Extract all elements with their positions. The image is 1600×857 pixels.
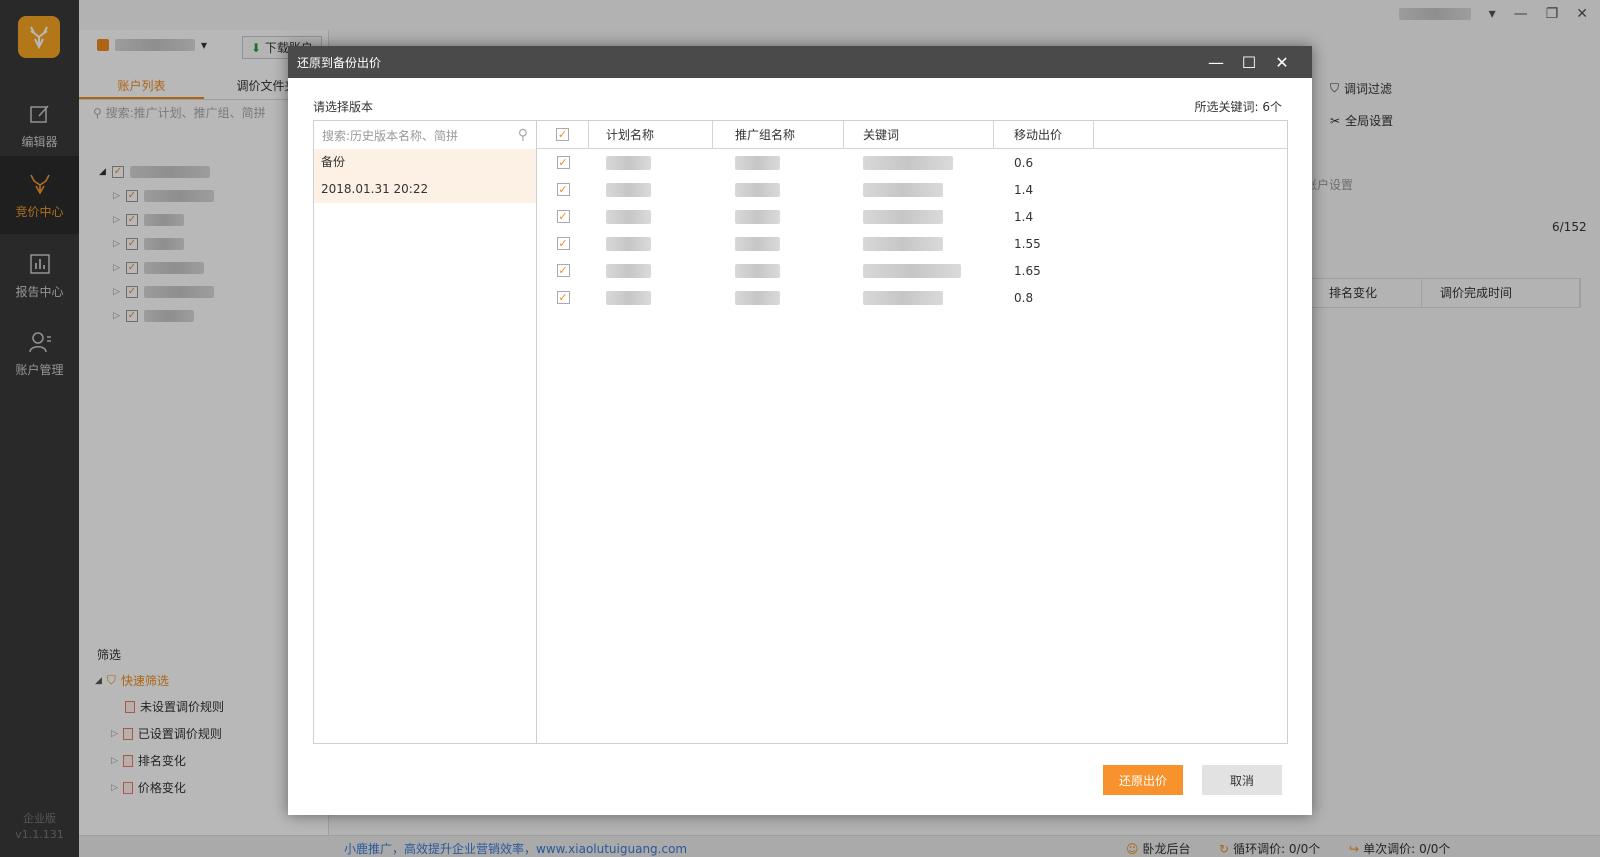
dialog-titlebar: 还原到备份出价 — ☐ ✕	[288, 46, 1312, 78]
plan-name-blurred	[606, 155, 651, 170]
table-row[interactable]: ✓ 1.4	[537, 176, 1287, 203]
select-all-checkbox[interactable]: ✓	[537, 121, 589, 148]
table-row[interactable]: ✓ 0.8	[537, 284, 1287, 311]
close-icon[interactable]: ✕	[1267, 46, 1297, 78]
table-row[interactable]: ✓ 1.4	[537, 203, 1287, 230]
selected-keywords-count: 所选关键词: 6个	[1194, 100, 1283, 114]
col-mobile-bid[interactable]: 移动出价	[994, 121, 1094, 148]
keyword-blurred	[863, 155, 953, 170]
col-keyword[interactable]: 关键词	[844, 121, 994, 148]
version-search-placeholder: 搜索:历史版本名称、简拼	[322, 128, 459, 143]
version-search-input[interactable]: 搜索:历史版本名称、简拼 ⚲	[314, 121, 536, 149]
cancel-button[interactable]: 取消	[1202, 765, 1282, 795]
table-row[interactable]: ✓ 1.65	[537, 257, 1287, 284]
mobile-bid-value: 1.4	[1014, 209, 1034, 224]
restore-bid-dialog: 还原到备份出价 — ☐ ✕ 请选择版本 所选关键词: 6个 搜索:历史版本名称、…	[288, 46, 1312, 815]
mobile-bid-value: 0.8	[1014, 290, 1034, 305]
row-checkbox[interactable]: ✓	[556, 237, 570, 250]
col-group-name[interactable]: 推广组名称	[713, 121, 844, 148]
row-checkbox[interactable]: ✓	[556, 210, 570, 223]
table-row[interactable]: ✓ 0.6	[537, 149, 1287, 176]
maximize-icon[interactable]: ☐	[1234, 46, 1264, 78]
minimize-icon[interactable]: —	[1201, 46, 1231, 78]
mobile-bid-value: 0.6	[1014, 155, 1034, 170]
row-checkbox[interactable]: ✓	[556, 291, 570, 304]
mobile-bid-value: 1.55	[1014, 236, 1041, 251]
group-name-blurred	[735, 155, 780, 170]
version-item-backup[interactable]: 备份	[314, 149, 536, 176]
restore-bid-button[interactable]: 还原出价	[1103, 765, 1183, 795]
version-item-date[interactable]: 2018.01.31 20:22	[314, 176, 536, 203]
search-icon[interactable]: ⚲	[518, 127, 528, 143]
keyword-table-header: ✓ 计划名称 推广组名称 关键词 移动出价	[537, 121, 1287, 149]
mobile-bid-value: 1.4	[1014, 182, 1034, 197]
row-checkbox[interactable]: ✓	[556, 264, 570, 277]
col-plan-name[interactable]: 计划名称	[589, 121, 713, 148]
mobile-bid-value: 1.65	[1014, 263, 1041, 278]
table-row[interactable]: ✓ 1.55	[537, 230, 1287, 257]
row-checkbox[interactable]: ✓	[556, 183, 570, 196]
version-list-panel: 搜索:历史版本名称、简拼 ⚲ 备份 2018.01.31 20:22	[313, 120, 537, 744]
row-checkbox[interactable]: ✓	[556, 156, 570, 169]
keyword-table: ✓ 计划名称 推广组名称 关键词 移动出价 ✓ 0.6 ✓ 1.4 ✓ 1.4	[537, 120, 1288, 744]
dialog-title: 还原到备份出价	[297, 55, 382, 70]
select-version-label: 请选择版本	[313, 100, 374, 114]
